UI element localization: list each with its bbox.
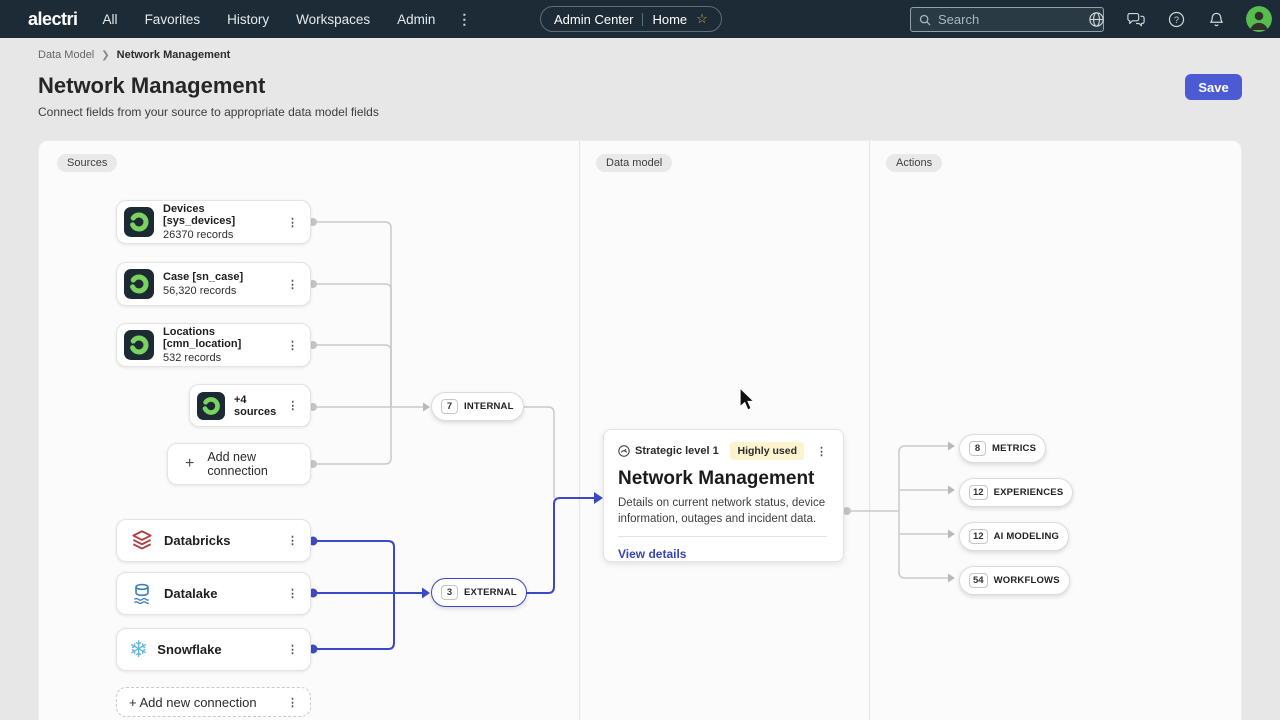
action-node-workflows[interactable]: 54 WORKFLOWS bbox=[959, 566, 1070, 595]
add-connection-label: Add new connection bbox=[207, 450, 310, 478]
source-title: Case [sn_case] bbox=[163, 271, 243, 283]
save-button[interactable]: Save bbox=[1185, 74, 1242, 100]
add-external-connection-card[interactable]: + Add new connection ⋮ bbox=[116, 687, 311, 717]
external-node-label: EXTERNAL bbox=[464, 587, 517, 598]
favorite-star-icon[interactable]: ☆ bbox=[696, 11, 708, 27]
kebab-menu-icon[interactable]: ⋮ bbox=[285, 534, 300, 547]
app-logo[interactable]: alectri bbox=[28, 9, 78, 30]
nav-item-workspaces[interactable]: Workspaces bbox=[296, 12, 370, 27]
nav-icon-group: ? bbox=[1086, 0, 1272, 38]
action-node-experiences[interactable]: 12 EXPERIENCES bbox=[959, 478, 1073, 507]
kebab-menu-icon[interactable]: ⋮ bbox=[285, 216, 300, 229]
breadcrumb: Data Model ❯ Network Management bbox=[38, 49, 230, 61]
data-model-card[interactable]: Strategic level 1 Highly used ⋮ Network … bbox=[603, 429, 844, 562]
model-card-description: Details on current network status, devic… bbox=[618, 495, 836, 527]
nav-item-history[interactable]: History bbox=[227, 12, 269, 27]
source-app-icon bbox=[124, 330, 154, 360]
workflows-label: WORKFLOWS bbox=[994, 575, 1060, 586]
source-app-icon bbox=[197, 392, 225, 420]
card-divider bbox=[618, 536, 827, 537]
mapping-canvas: Sources Data model Actions bbox=[38, 140, 1242, 720]
add-connection-label: + Add new connection bbox=[129, 695, 257, 710]
internal-node-label: INTERNAL bbox=[464, 401, 514, 412]
top-nav: alectri All Favorites History Workspaces… bbox=[0, 0, 1280, 38]
more-sources-card[interactable]: +4 sources ⋮ bbox=[189, 384, 311, 427]
workflows-count-badge: 54 bbox=[969, 573, 988, 588]
databricks-icon bbox=[129, 528, 155, 554]
more-sources-label: +4 sources bbox=[234, 394, 276, 418]
external-connector-lines bbox=[313, 498, 595, 649]
search-box[interactable] bbox=[910, 7, 1104, 32]
highly-used-badge: Highly used bbox=[730, 442, 804, 460]
source-records: 56,320 records bbox=[163, 285, 243, 297]
model-card-title: Network Management bbox=[618, 468, 827, 490]
external-group-node[interactable]: 3 EXTERNAL bbox=[431, 578, 527, 607]
nav-menu: All Favorites History Workspaces Admin bbox=[103, 12, 436, 27]
chat-bubbles-icon[interactable] bbox=[1126, 9, 1146, 29]
action-node-ai-modeling[interactable]: 12 AI MODELING bbox=[959, 522, 1069, 551]
context-app-label: Admin Center bbox=[554, 12, 633, 27]
source-card-datalake[interactable]: Datalake ⋮ bbox=[116, 572, 311, 615]
kebab-menu-icon[interactable]: ⋮ bbox=[285, 643, 300, 656]
metrics-count-badge: 8 bbox=[969, 441, 986, 456]
source-app-icon bbox=[124, 269, 154, 299]
source-card-devices[interactable]: Devices [sys_devices] 26370 records ⋮ bbox=[116, 200, 311, 244]
external-count-badge: 3 bbox=[441, 585, 458, 600]
ai-modeling-label: AI MODELING bbox=[994, 531, 1060, 542]
context-page-label: Home bbox=[652, 12, 687, 27]
source-card-locations[interactable]: Locations [cmn_location] 532 records ⋮ bbox=[116, 323, 311, 367]
kebab-menu-icon[interactable]: ⋮ bbox=[285, 587, 300, 600]
source-name: Datalake bbox=[164, 586, 217, 601]
internal-count-badge: 7 bbox=[441, 399, 458, 414]
source-records: 532 records bbox=[163, 352, 276, 364]
metrics-label: METRICS bbox=[992, 443, 1036, 454]
kebab-menu-icon[interactable]: ⋮ bbox=[285, 278, 300, 291]
source-name: Databricks bbox=[164, 533, 230, 548]
nav-item-admin[interactable]: Admin bbox=[397, 12, 435, 27]
globe-icon[interactable] bbox=[1086, 9, 1106, 29]
experiences-count-badge: 12 bbox=[969, 485, 988, 500]
source-card-snowflake[interactable]: ❄ Snowflake ⋮ bbox=[116, 628, 311, 671]
breadcrumb-current: Network Management bbox=[117, 49, 231, 61]
nav-item-favorites[interactable]: Favorites bbox=[145, 12, 201, 27]
kebab-menu-icon[interactable]: ⋮ bbox=[285, 696, 300, 709]
source-app-icon bbox=[124, 207, 154, 237]
kebab-menu-icon[interactable]: ⋮ bbox=[816, 445, 827, 458]
svg-text:?: ? bbox=[1173, 14, 1178, 24]
kebab-menu-icon[interactable]: ⋮ bbox=[285, 399, 300, 412]
source-card-databricks[interactable]: Databricks ⋮ bbox=[116, 519, 311, 562]
view-details-link[interactable]: View details bbox=[618, 547, 686, 561]
plus-icon: + bbox=[185, 455, 194, 473]
notifications-bell-icon[interactable] bbox=[1206, 9, 1226, 29]
source-card-case[interactable]: Case [sn_case] 56,320 records ⋮ bbox=[116, 262, 311, 306]
add-internal-connection-card[interactable]: + Add new connection bbox=[167, 443, 311, 485]
snowflake-icon: ❄ bbox=[129, 638, 148, 661]
nav-item-all[interactable]: All bbox=[103, 12, 118, 27]
action-node-metrics[interactable]: 8 METRICS bbox=[959, 434, 1046, 463]
nav-overflow-kebab-icon[interactable]: ⋮ bbox=[457, 11, 471, 28]
search-icon bbox=[918, 13, 932, 27]
search-input[interactable] bbox=[938, 12, 1088, 27]
context-divider bbox=[642, 13, 643, 26]
context-pill[interactable]: Admin Center Home ☆ bbox=[540, 6, 722, 32]
source-records: 26370 records bbox=[163, 229, 276, 241]
page-subtitle: Connect fields from your source to appro… bbox=[38, 105, 379, 119]
ai-modeling-count-badge: 12 bbox=[969, 529, 988, 544]
help-icon[interactable]: ? bbox=[1166, 9, 1186, 29]
source-name: Snowflake bbox=[157, 642, 221, 657]
breadcrumb-parent[interactable]: Data Model bbox=[38, 49, 94, 61]
datalake-icon bbox=[129, 581, 155, 607]
strategic-level-label: Strategic level 1 bbox=[635, 445, 719, 457]
breadcrumb-chevron-icon: ❯ bbox=[101, 50, 109, 61]
source-title: Devices [sys_devices] bbox=[163, 203, 276, 227]
strategic-level-icon bbox=[618, 445, 630, 457]
kebab-menu-icon[interactable]: ⋮ bbox=[285, 339, 300, 352]
source-title: Locations [cmn_location] bbox=[163, 326, 276, 350]
user-avatar[interactable] bbox=[1246, 6, 1272, 32]
experiences-label: EXPERIENCES bbox=[994, 487, 1064, 498]
internal-group-node[interactable]: 7 INTERNAL bbox=[431, 392, 524, 421]
page-title: Network Management bbox=[38, 73, 265, 99]
